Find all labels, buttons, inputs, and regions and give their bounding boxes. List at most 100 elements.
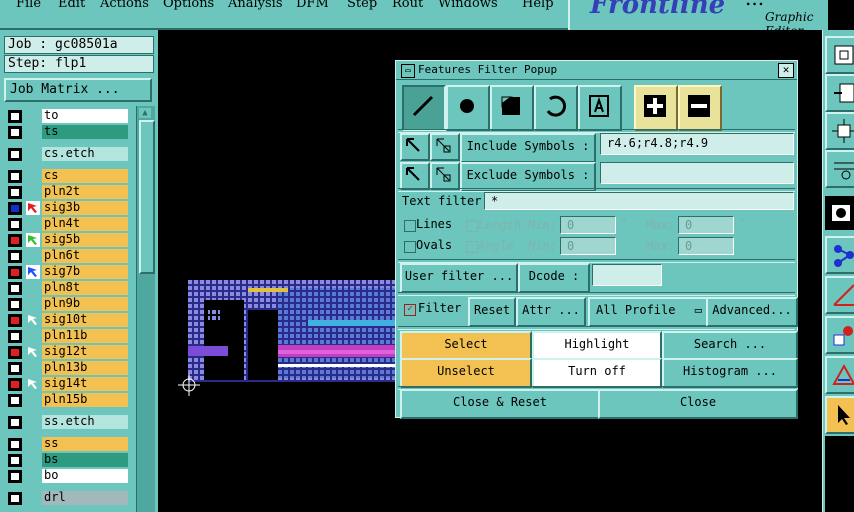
include-pick-button[interactable] [400, 133, 430, 161]
layer-row[interactable]: drl [4, 490, 128, 506]
layer-row[interactable]: ts [4, 124, 128, 140]
close-button[interactable]: Close [598, 389, 798, 419]
layer-row[interactable]: pln13b [4, 360, 128, 376]
layer-checkbox[interactable] [8, 266, 22, 279]
layer-name[interactable]: pln15b [42, 393, 128, 407]
layer-row[interactable]: sig10t [4, 312, 128, 328]
layer-row[interactable]: cs.etch [4, 146, 128, 162]
layer-row[interactable]: sig7b [4, 264, 128, 280]
layer-checkbox[interactable] [8, 250, 22, 263]
pad-feature-button[interactable] [446, 85, 490, 131]
highlight-button[interactable]: Highlight [532, 331, 662, 361]
layer-row[interactable]: pln15b [4, 392, 128, 408]
length-max-input[interactable]: 0 [678, 216, 734, 234]
layer-name[interactable]: sig14t [42, 377, 128, 391]
exclude-pick-button[interactable] [400, 162, 430, 190]
job-matrix-button[interactable]: Job Matrix ... [4, 78, 152, 102]
layer-name[interactable]: sig3b [42, 201, 128, 215]
layer-checkbox[interactable] [8, 170, 22, 183]
include-symbols-input[interactable]: r4.6;r4.8;r4.9 [600, 133, 794, 155]
menu-analysis[interactable]: Analysis [228, 0, 283, 11]
layer-checkbox[interactable] [8, 492, 22, 505]
layer-checkbox[interactable] [8, 346, 22, 359]
layer-checkbox[interactable] [8, 454, 22, 467]
advanced-button[interactable]: Advanced... [706, 297, 798, 327]
layer-row[interactable]: sig5b [4, 232, 128, 248]
menu-rout[interactable]: Rout [392, 0, 423, 11]
scroll-thumb[interactable] [139, 120, 155, 274]
zoom-tool-button[interactable] [825, 36, 854, 74]
layer-name[interactable]: cs [42, 169, 128, 183]
ovals-checkbox[interactable] [404, 241, 416, 253]
layer-row[interactable]: sig14t [4, 376, 128, 392]
net-tool-button[interactable] [825, 236, 854, 274]
layer-name[interactable]: ts [42, 125, 128, 139]
fit-tool-button[interactable] [825, 112, 854, 150]
select-button[interactable]: Select [400, 331, 532, 361]
layer-name[interactable]: pln8t [42, 281, 128, 295]
layer-name[interactable]: sig12t [42, 345, 128, 359]
layer-name[interactable]: pln9b [42, 297, 128, 311]
angle-min-input[interactable]: 0 [560, 237, 616, 255]
menu-actions[interactable]: Actions [100, 0, 149, 11]
surface-feature-button[interactable] [490, 85, 534, 131]
line-feature-button[interactable] [402, 85, 446, 131]
angle-checkbox[interactable] [466, 241, 478, 253]
positive-polarity-button[interactable] [634, 85, 678, 131]
layer-name[interactable]: sig7b [42, 265, 128, 279]
arc-feature-button[interactable] [534, 85, 578, 131]
unselect-button[interactable]: Unselect [400, 358, 532, 388]
layer-checkbox[interactable] [8, 298, 22, 311]
layer-checkbox[interactable] [8, 470, 22, 483]
layer-row[interactable]: sig12t [4, 344, 128, 360]
lines-checkbox[interactable] [404, 220, 416, 232]
layer-checkbox[interactable] [8, 202, 22, 215]
include-symbols-button[interactable]: Include Symbols : [460, 133, 596, 163]
layer-checkbox[interactable] [8, 314, 22, 327]
layer-row[interactable]: pln6t [4, 248, 128, 264]
layer-row[interactable]: pln9b [4, 296, 128, 312]
pan-tool-button[interactable] [825, 74, 854, 112]
exclude-symbols-input[interactable] [600, 162, 794, 184]
layer-row[interactable]: bs [4, 452, 128, 468]
turn-off-button[interactable]: Turn off [532, 358, 662, 388]
layer-row[interactable]: pln11b [4, 328, 128, 344]
length-min-input[interactable]: 0 [560, 216, 616, 234]
layer-checkbox[interactable] [8, 110, 22, 123]
layer-row[interactable]: pln2t [4, 184, 128, 200]
layer-row[interactable]: ss.etch [4, 414, 128, 430]
close-reset-button[interactable]: Close & Reset [400, 389, 600, 419]
layer-name[interactable]: pln11b [42, 329, 128, 343]
layer-checkbox[interactable] [8, 330, 22, 343]
menu-help[interactable]: Help [522, 0, 554, 11]
layer-name[interactable]: pln13b [42, 361, 128, 375]
layer-checkbox[interactable] [8, 394, 22, 407]
search-button[interactable]: Search ... [662, 331, 798, 361]
text-feature-button[interactable] [578, 85, 622, 131]
menu-dfm[interactable]: DFM [296, 0, 329, 11]
layer-name[interactable]: pln4t [42, 217, 128, 231]
include-pick-alt-button[interactable] [430, 133, 460, 161]
layer-checkbox[interactable] [8, 378, 22, 391]
pointer-tool-button[interactable] [825, 396, 854, 434]
negative-polarity-button[interactable] [678, 85, 722, 131]
angle-tool-button[interactable] [825, 276, 854, 314]
layer-name[interactable]: bs [42, 453, 128, 467]
layer-checkbox[interactable] [8, 362, 22, 375]
layer-checkbox[interactable] [8, 218, 22, 231]
histogram-button[interactable]: Histogram ... [662, 358, 798, 388]
dcode-button[interactable]: Dcode : [518, 263, 590, 293]
layer-row[interactable]: sig3b [4, 200, 128, 216]
layer-name[interactable]: drl [42, 491, 128, 505]
camera-tool-button[interactable] [825, 196, 854, 230]
layer-checkbox[interactable] [8, 126, 22, 139]
layer-row[interactable]: bo [4, 468, 128, 484]
menu-edit[interactable]: Edit [58, 0, 85, 11]
filter-checkbox[interactable]: ✓ [404, 304, 416, 316]
layer-name[interactable]: sig5b [42, 233, 128, 247]
layer-row[interactable]: pln8t [4, 280, 128, 296]
snap-points-button[interactable] [825, 316, 854, 354]
attr-button[interactable]: Attr ... [516, 297, 586, 327]
user-filter-button[interactable]: User filter ... [400, 263, 518, 293]
close-icon[interactable]: ✕ [778, 63, 794, 78]
